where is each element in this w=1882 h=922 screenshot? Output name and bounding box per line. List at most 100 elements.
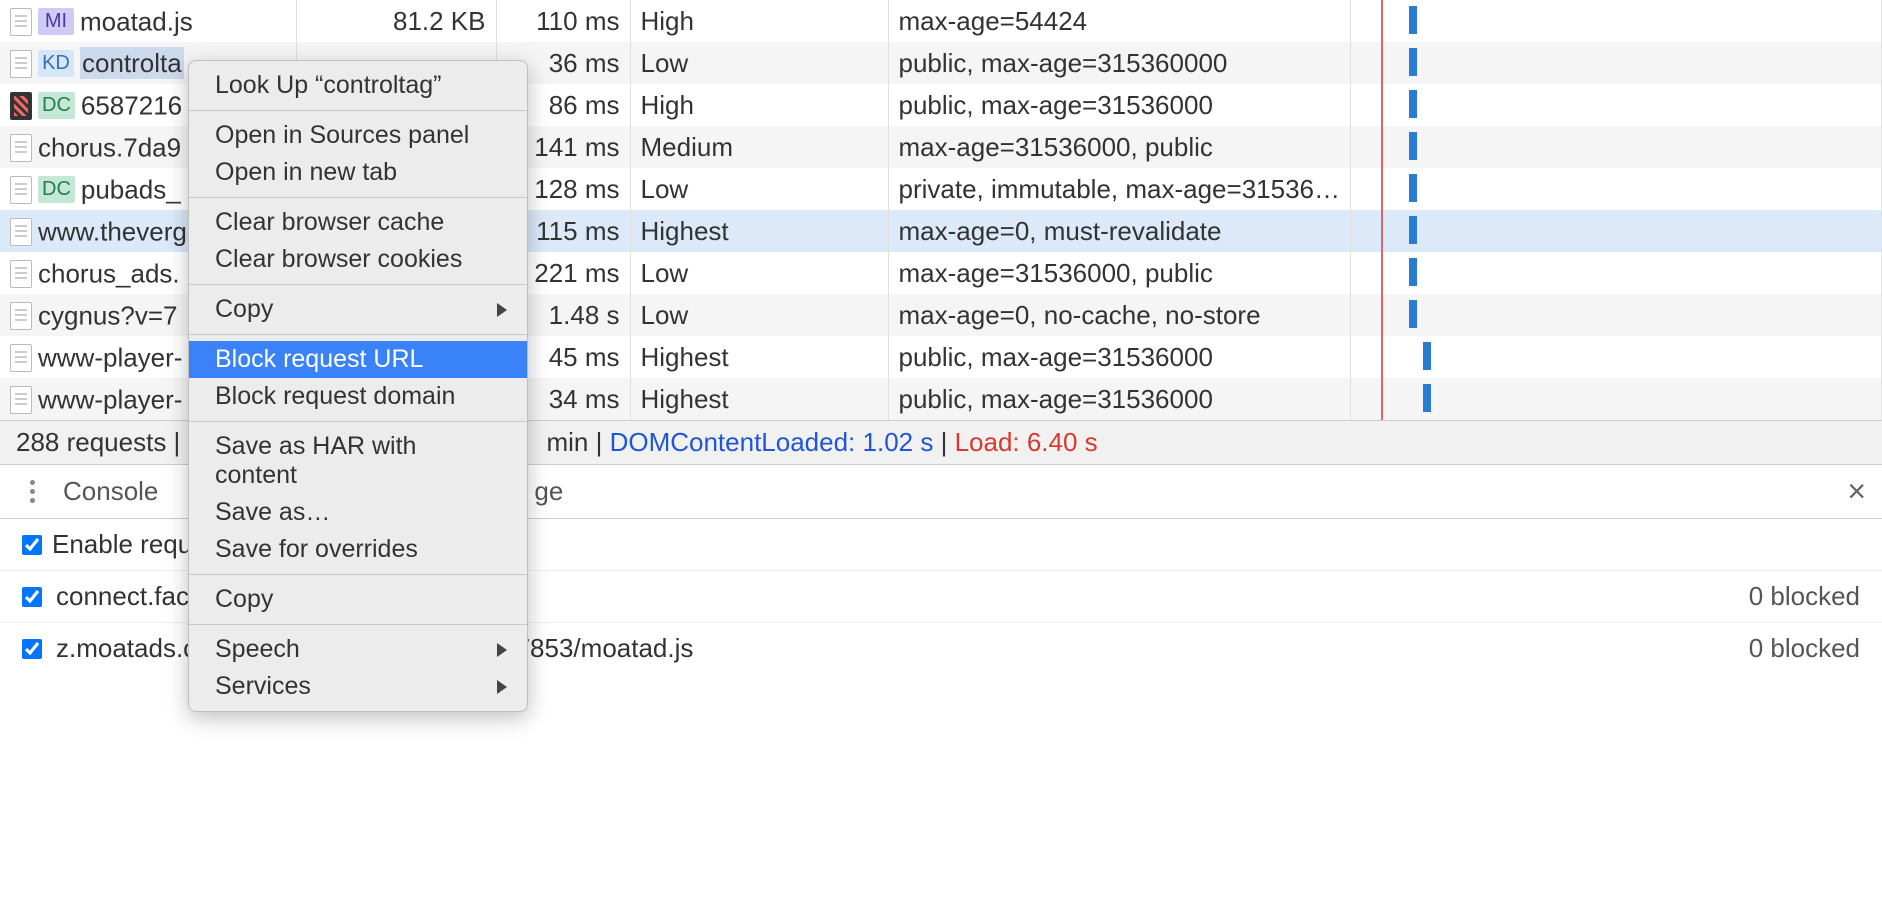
priority-cell: Highest [630, 336, 888, 378]
summary-requests: 288 requests | 4 [16, 427, 202, 457]
script-file-icon [10, 134, 32, 162]
time-cell: 110 ms [496, 0, 630, 42]
request-name: www-player- [38, 342, 182, 372]
script-file-icon [10, 50, 32, 78]
waterfall-cell [1351, 252, 1882, 294]
enable-blocking-checkbox[interactable] [22, 535, 42, 555]
ctx-copy[interactable]: Copy [189, 581, 527, 618]
request-name: www.theverg [38, 216, 187, 246]
tab-truncated[interactable]: ge [534, 476, 563, 507]
ctx-lookup[interactable]: Look Up “controltag” [189, 67, 527, 104]
ctx-speech[interactable]: Speech [189, 631, 527, 668]
waterfall-bar [1409, 48, 1417, 76]
ctx-clear-cache[interactable]: Clear browser cache [189, 204, 527, 241]
waterfall-cell [1351, 84, 1882, 126]
script-file-icon [10, 344, 32, 372]
waterfall-bar [1423, 384, 1431, 412]
close-icon[interactable]: × [1847, 473, 1866, 510]
summary-mid: min | [546, 427, 609, 457]
summary-sep: | [941, 427, 955, 457]
initiator-badge: DC [38, 92, 75, 119]
waterfall-bar [1409, 132, 1417, 160]
blocked-checkbox[interactable] [22, 587, 42, 607]
ctx-open-sources[interactable]: Open in Sources panel [189, 117, 527, 154]
ctx-block-url[interactable]: Block request URL [189, 341, 527, 378]
summary-load: Load: 6.40 s [955, 427, 1098, 457]
script-file-icon [10, 302, 32, 330]
cache-cell: public, max-age=315360000 [888, 42, 1351, 84]
enable-blocking-label: Enable requ [52, 529, 192, 560]
request-name: www-player- [38, 384, 182, 414]
cache-cell: public, max-age=31536000 [888, 336, 1351, 378]
waterfall-cell [1351, 168, 1882, 210]
waterfall-bar [1409, 216, 1417, 244]
waterfall-bar [1423, 342, 1431, 370]
cache-cell: max-age=0, no-cache, no-store [888, 294, 1351, 336]
waterfall-load-line [1381, 126, 1383, 168]
priority-cell: High [630, 0, 888, 42]
ctx-separator [189, 574, 527, 575]
priority-cell: Low [630, 42, 888, 84]
waterfall-bar [1409, 174, 1417, 202]
waterfall-bar [1409, 90, 1417, 118]
waterfall-cell [1351, 336, 1882, 378]
script-file-icon [10, 176, 32, 204]
ctx-copy-submenu[interactable]: Copy [189, 291, 527, 328]
table-row[interactable]: MImoatad.js81.2 KB110 msHighmax-age=5442… [0, 0, 1882, 42]
priority-cell: High [630, 84, 888, 126]
waterfall-load-line [1381, 336, 1383, 378]
ctx-clear-cookies[interactable]: Clear browser cookies [189, 241, 527, 278]
priority-cell: Low [630, 168, 888, 210]
blocked-count: 0 blocked [1749, 633, 1860, 664]
waterfall-load-line [1381, 0, 1383, 42]
request-name: controlta [80, 47, 184, 79]
cache-cell: public, max-age=31536000 [888, 378, 1351, 420]
blocked-count: 0 blocked [1749, 581, 1860, 612]
waterfall-load-line [1381, 84, 1383, 126]
request-name: 6587216 [81, 90, 182, 120]
waterfall-load-line [1381, 168, 1383, 210]
blocked-pattern: connect.fac [56, 581, 189, 612]
kebab-icon[interactable] [30, 480, 35, 503]
cache-cell: max-age=31536000, public [888, 126, 1351, 168]
summary-domcontentloaded: DOMContentLoaded: 1.02 s [610, 427, 934, 457]
priority-cell: Highest [630, 378, 888, 420]
ctx-separator [189, 284, 527, 285]
request-name: moatad.js [80, 6, 193, 36]
tab-console[interactable]: Console [63, 476, 158, 507]
size-cell: 81.2 KB [296, 0, 496, 42]
waterfall-cell [1351, 0, 1882, 42]
ctx-separator [189, 197, 527, 198]
script-file-icon [10, 260, 32, 288]
waterfall-load-line [1381, 252, 1383, 294]
script-file-icon [10, 386, 32, 414]
waterfall-load-line [1381, 294, 1383, 336]
ctx-block-domain[interactable]: Block request domain [189, 378, 527, 415]
context-menu: Look Up “controltag” Open in Sources pan… [188, 60, 528, 712]
script-file-icon [10, 8, 32, 36]
waterfall-cell [1351, 210, 1882, 252]
waterfall-cell [1351, 378, 1882, 420]
cache-cell: public, max-age=31536000 [888, 84, 1351, 126]
waterfall-load-line [1381, 210, 1383, 252]
script-file-icon [10, 218, 32, 246]
blocked-checkbox[interactable] [22, 639, 42, 659]
cache-cell: max-age=0, must-revalidate [888, 210, 1351, 252]
priority-cell: Low [630, 252, 888, 294]
waterfall-cell [1351, 294, 1882, 336]
ctx-separator [189, 110, 527, 111]
waterfall-bar [1409, 6, 1417, 34]
ctx-separator [189, 334, 527, 335]
ctx-services[interactable]: Services [189, 668, 527, 705]
priority-cell: Low [630, 294, 888, 336]
initiator-badge: DC [38, 176, 75, 203]
ctx-save-har[interactable]: Save as HAR with content [189, 428, 527, 494]
initiator-badge: KD [38, 50, 74, 77]
ctx-save-overrides[interactable]: Save for overrides [189, 531, 527, 568]
cache-cell: private, immutable, max-age=31536… [888, 168, 1351, 210]
image-file-icon [10, 92, 32, 120]
ctx-save-as[interactable]: Save as… [189, 494, 527, 531]
request-name: cygnus?v=7 [38, 300, 177, 330]
waterfall-load-line [1381, 378, 1383, 420]
ctx-open-tab[interactable]: Open in new tab [189, 154, 527, 191]
